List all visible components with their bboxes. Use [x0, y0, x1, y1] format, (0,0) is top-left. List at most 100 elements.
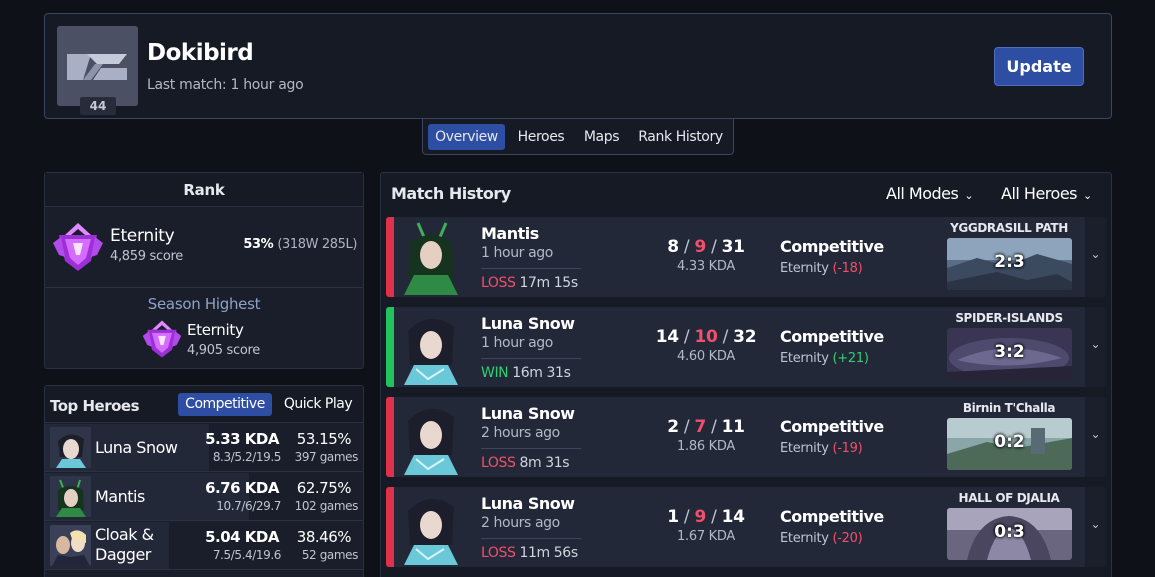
- rank-panel: Rank Eternity 4,859 score 53% (318W 285L…: [44, 172, 364, 369]
- hero-kda-detail: 10.7/6/29.7: [216, 499, 281, 513]
- match-row[interactable]: Luna Snow 1 hour ago WIN 16m 31s 14 / 10 …: [386, 307, 1106, 387]
- result-bar: [386, 397, 394, 477]
- match-time: 1 hour ago: [481, 245, 553, 261]
- expand-button[interactable]: ⌄: [1085, 397, 1106, 477]
- match-mode: Competitive: [780, 507, 884, 526]
- hero-kda: 5.33 KDA: [205, 430, 279, 448]
- match-time: 2 hours ago: [481, 515, 560, 531]
- expand-button[interactable]: ⌄: [1085, 487, 1106, 567]
- match-kda-ratio: 1.67 KDA: [677, 529, 735, 544]
- rank-panel-title: Rank: [45, 173, 363, 207]
- tab-quick-play[interactable]: Quick Play: [279, 393, 357, 416]
- match-row[interactable]: Mantis 1 hour ago LOSS 17m 15s 8 / 9 / 31…: [386, 217, 1106, 297]
- update-button[interactable]: Update: [994, 47, 1084, 86]
- rank-change: (-18): [832, 261, 863, 276]
- match-result: LOSS 11m 56s: [481, 545, 578, 561]
- hero-name: Mantis: [95, 487, 145, 506]
- result-bar: [386, 307, 394, 387]
- match-mode: Competitive: [780, 417, 884, 436]
- match-history-title: Match History: [391, 184, 511, 203]
- match-kda-ratio: 1.86 KDA: [677, 439, 735, 454]
- hero-portrait: [50, 427, 91, 468]
- hero-kda: 6.76 KDA: [205, 479, 279, 497]
- match-duration: 17m 15s: [519, 275, 579, 291]
- hero-portrait: [400, 399, 462, 475]
- divider: [481, 448, 581, 449]
- match-rank: Eternity (-18): [780, 261, 863, 276]
- hero-row[interactable]: Mantis 6.76 KDA 10.7/6/29.7 62.75% 102 g…: [45, 473, 363, 521]
- expand-button[interactable]: ⌄: [1085, 217, 1106, 297]
- match-score: 0:2: [994, 432, 1025, 452]
- match-hero-name: Luna Snow: [481, 494, 575, 513]
- match-hero-name: Luna Snow: [481, 404, 575, 423]
- profile-tabs: Overview Heroes Maps Rank History: [422, 119, 734, 155]
- match-kda-line: 2 / 7 / 11: [667, 417, 745, 437]
- match-result: WIN 16m 31s: [481, 365, 571, 381]
- match-mode: Competitive: [780, 237, 884, 256]
- tab-rank-history[interactable]: Rank History: [633, 124, 728, 150]
- season-highest-score: 4,905 score: [187, 343, 260, 358]
- match-row[interactable]: Luna Snow 2 hours ago LOSS 11m 56s 1 / 9 …: [386, 487, 1106, 567]
- chevron-down-icon: ⌄: [1090, 427, 1101, 441]
- hero-filter-dropdown[interactable]: All Heroes ⌄: [1001, 184, 1092, 203]
- result-bar: [386, 487, 394, 567]
- hero-winrate: 53.15%: [296, 430, 352, 448]
- tab-competitive[interactable]: Competitive: [178, 393, 272, 416]
- chevron-down-icon: ⌄: [1083, 189, 1092, 202]
- tab-heroes[interactable]: Heroes: [511, 124, 571, 150]
- match-duration: 16m 31s: [512, 365, 571, 381]
- match-duration: 8m 31s: [519, 455, 570, 471]
- chevron-down-icon: ⌄: [1090, 337, 1101, 351]
- hero-games: 52 games: [301, 548, 359, 562]
- hero-row[interactable]: Luna Snow 5.33 KDA 8.3/5.2/19.5 53.15% 3…: [45, 424, 363, 472]
- match-score: 3:2: [994, 342, 1025, 362]
- rank-tier: Eternity: [110, 226, 175, 246]
- tab-overview[interactable]: Overview: [428, 124, 505, 150]
- hero-kda-detail: 7.5/5.4/19.6: [212, 548, 282, 562]
- player-level: 44: [80, 97, 116, 115]
- hero-row[interactable]: Cloak & Dagger 5.04 KDA 7.5/5.4/19.6 38.4…: [45, 522, 363, 570]
- rank-change: (+21): [832, 351, 869, 366]
- expand-button[interactable]: ⌄: [1085, 307, 1106, 387]
- match-score: 0:3: [994, 522, 1025, 542]
- divider: [481, 538, 581, 539]
- match-score: 2:3: [994, 252, 1025, 272]
- divider: [45, 287, 363, 288]
- match-map-name: SPIDER-ISLANDS: [955, 311, 1063, 325]
- hero-kda: 5.04 KDA: [205, 528, 279, 546]
- map-thumbnail: 3:2: [947, 328, 1072, 380]
- rank-change: (-20): [832, 531, 863, 546]
- match-map-name: Birnin T'Challa: [962, 401, 1056, 415]
- match-history-panel: Match History All Modes ⌄ All Heroes ⌄ Man…: [380, 172, 1112, 577]
- match-kda-line: 1 / 9 / 14: [667, 507, 745, 527]
- match-kda-ratio: 4.33 KDA: [677, 259, 735, 274]
- match-kda-line: 14 / 10 / 32: [655, 327, 757, 347]
- match-rank: Eternity (-20): [780, 531, 863, 546]
- mode-filter-dropdown[interactable]: All Modes ⌄: [886, 184, 974, 203]
- match-result: LOSS 17m 15s: [481, 275, 578, 291]
- hero-winrate: 38.46%: [296, 528, 352, 546]
- chevron-down-icon: ⌄: [1090, 247, 1101, 261]
- match-time: 2 hours ago: [481, 425, 560, 441]
- map-thumbnail: 0:3: [947, 508, 1072, 560]
- divider: [481, 358, 581, 359]
- match-time: 1 hour ago: [481, 335, 553, 351]
- eternity-rank-icon: [142, 320, 182, 358]
- hero-kda-detail: 8.3/5.2/19.5: [212, 450, 282, 464]
- match-map-name: HALL OF DJALIA: [958, 491, 1060, 505]
- match-map-name: YGGDRASILL PATH: [950, 221, 1068, 235]
- rank-record: (318W 285L): [277, 237, 357, 252]
- eternity-rank-icon: [53, 223, 103, 271]
- hero-games: 397 games: [294, 450, 359, 464]
- match-row[interactable]: Luna Snow 2 hours ago LOSS 8m 31s 2 / 7 /…: [386, 397, 1106, 477]
- rank-winrate: 53% (318W 285L): [243, 237, 357, 252]
- match-result: LOSS 8m 31s: [481, 455, 570, 471]
- hero-portrait: [50, 525, 91, 566]
- season-highest-title: Season Highest: [147, 295, 261, 313]
- chevron-down-icon: ⌄: [964, 189, 974, 202]
- tab-maps[interactable]: Maps: [578, 124, 625, 150]
- match-rank: Eternity (-19): [780, 441, 863, 456]
- top-heroes-header: Top Heroes Competitive Quick Play: [45, 386, 363, 423]
- chevron-down-icon: ⌄: [1090, 517, 1101, 531]
- result-bar: [386, 217, 394, 297]
